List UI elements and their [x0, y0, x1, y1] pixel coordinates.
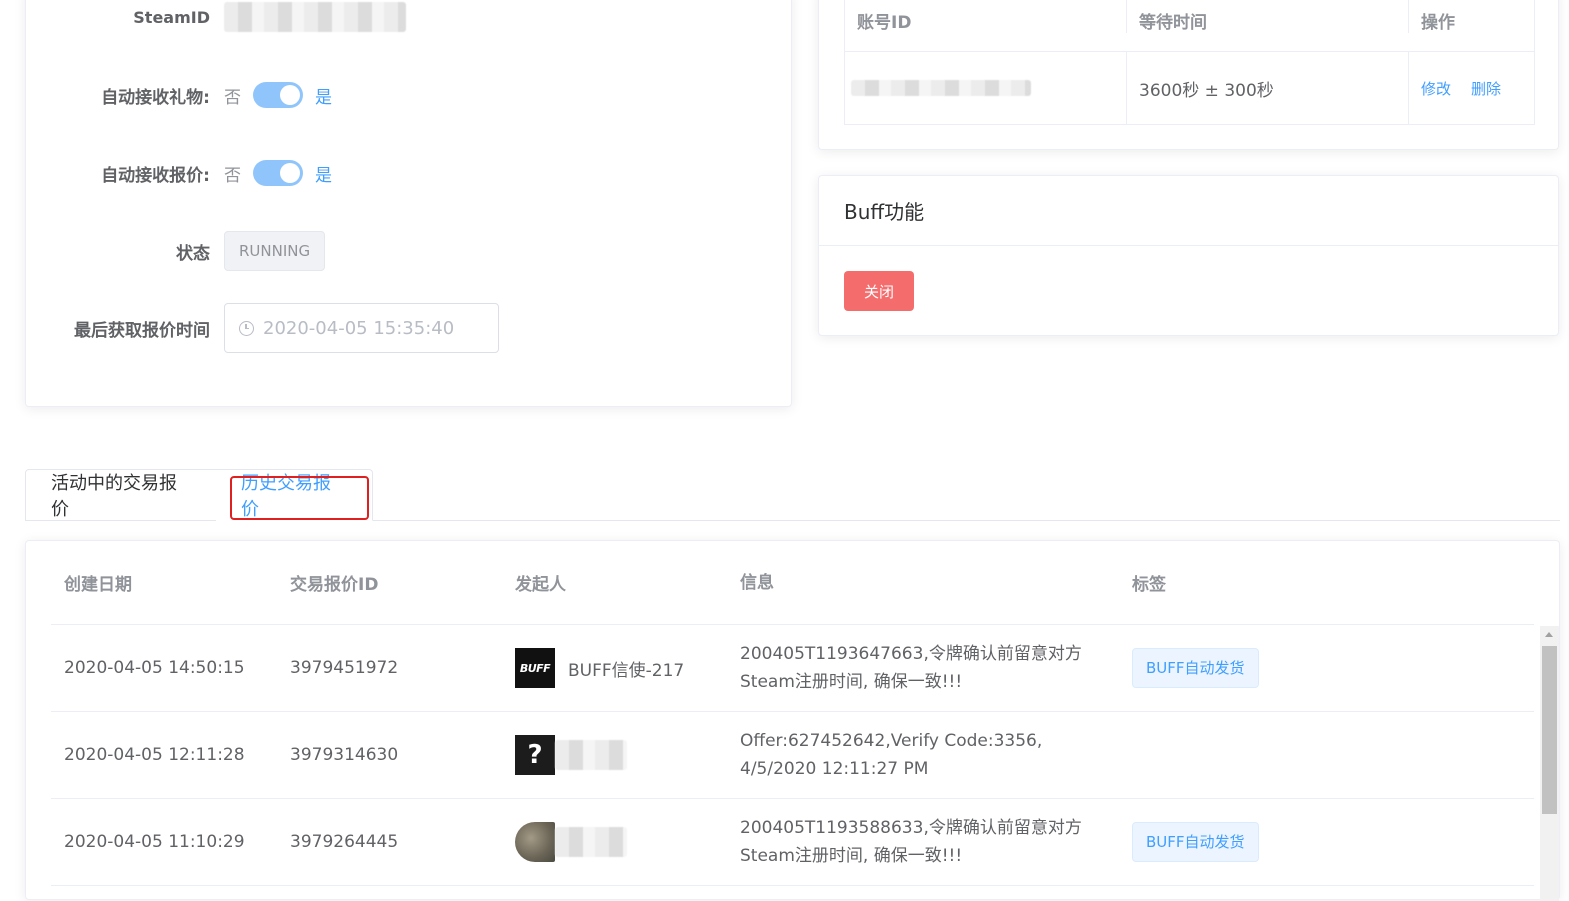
photo-avatar: [515, 822, 555, 862]
offer-date: 2020-04-05 11:10:29: [64, 832, 245, 852]
account-settings-card: SteamID 自动接收礼物: 否 是 自动接收报价: 否 是 状态 RUNNI…: [25, 0, 792, 407]
sender-name-redacted: [555, 827, 627, 857]
switch-on-label: 是: [315, 87, 332, 108]
offer-info: 200405T1193647663,令牌确认前留意对方Steam注册时间, 确保…: [740, 644, 1082, 692]
table-row: 2020-04-05 12:11:28 3979314630 ? Offer:6…: [51, 712, 1534, 799]
buff-logo-avatar: BUFF: [515, 648, 555, 688]
header-actions: 操作: [1421, 13, 1455, 33]
offer-id: 3979451972: [290, 658, 399, 678]
scroll-up-arrow-icon[interactable]: [1545, 632, 1553, 637]
status-badge: RUNNING: [224, 231, 326, 271]
buff-close-button[interactable]: 关闭: [844, 271, 914, 311]
tab-active-offers[interactable]: 活动中的交易报价: [25, 469, 217, 521]
offers-table: 创建日期 交易报价ID 发起人 信息 标签 2020-04-05 14:50:1…: [51, 541, 1559, 901]
steamid-row: SteamID: [26, 2, 406, 32]
account-table: 账号ID 等待时间 操作 3600秒 ± 300秒 修改 删除: [844, 0, 1535, 125]
status-label: 状态: [176, 243, 210, 264]
offers-card: 创建日期 交易报价ID 发起人 信息 标签 2020-04-05 14:50:1…: [25, 540, 1560, 901]
offer-sender: [502, 822, 727, 862]
switch-on-label: 是: [315, 165, 332, 186]
buff-auto-delivery-tag: BUFF自动发货: [1132, 648, 1259, 688]
offer-date: 2020-04-05 14:50:15: [64, 658, 245, 678]
steamid-value-redacted: [224, 2, 406, 32]
delete-link[interactable]: 删除: [1471, 78, 1501, 99]
buff-card-title: Buff功能: [819, 176, 1558, 246]
header-created-date: 创建日期: [64, 575, 132, 595]
offer-tag-cell: BUFF自动发货: [1119, 648, 1499, 688]
table-row: 3600秒 ± 300秒 修改 删除: [845, 52, 1534, 124]
offer-date: 2020-04-05 12:11:28: [64, 745, 245, 765]
offer-sender: ?: [502, 735, 727, 775]
unknown-avatar: ?: [515, 735, 555, 775]
auto-gift-switch-group: 否 是: [224, 82, 332, 108]
auto-offer-toggle[interactable]: [253, 160, 303, 186]
header-tags: 标签: [1132, 575, 1166, 595]
sender-name: BUFF信使-217: [568, 660, 685, 681]
header-info: 信息: [740, 572, 774, 593]
header-wait-time: 等待时间: [1127, 0, 1409, 33]
header-account-id: 账号ID: [845, 0, 1127, 33]
offer-tag-cell: BUFF自动发货: [1119, 822, 1499, 862]
account-id-cell: [845, 52, 1127, 124]
offer-id: 3979314630: [290, 745, 399, 765]
auto-offer-switch-group: 否 是: [224, 160, 332, 186]
auto-offer-row: 自动接收报价: 否 是: [26, 160, 332, 186]
wait-time-cell: 3600秒 ± 300秒: [1127, 52, 1409, 124]
header-sender: 发起人: [515, 575, 566, 595]
toggle-knob: [280, 163, 300, 183]
sender-name-redacted: [555, 740, 627, 770]
offer-info: Offer:627452642,Verify Code:3356, 4/5/20…: [740, 731, 1043, 779]
toggle-knob: [280, 85, 300, 105]
last-fetch-time-value: 2020-04-05 15:35:40: [263, 317, 455, 339]
header-offer-id: 交易报价ID: [290, 575, 379, 595]
offer-tabs: 活动中的交易报价 历史交易报价: [25, 469, 1560, 521]
account-id-redacted: [851, 80, 1031, 96]
switch-off-label: 否: [224, 87, 241, 108]
last-fetch-row: 最后获取报价时间 2020-04-05 15:35:40: [26, 303, 499, 353]
offers-table-header: 创建日期 交易报价ID 发起人 信息 标签: [51, 541, 1534, 625]
last-fetch-label: 最后获取报价时间: [74, 320, 210, 341]
offer-id: 3979264445: [290, 832, 399, 852]
tab-offer-history[interactable]: 历史交易报价: [216, 469, 373, 521]
table-row: 2020-04-05 14:50:15 3979451972 BUFF BUFF…: [51, 625, 1534, 712]
last-fetch-time-input[interactable]: 2020-04-05 15:35:40: [224, 303, 499, 353]
table-scrollbar[interactable]: [1540, 626, 1559, 901]
status-row: 状态 RUNNING: [26, 231, 326, 271]
switch-off-label: 否: [224, 165, 241, 186]
buff-auto-delivery-tag: BUFF自动发货: [1132, 822, 1259, 862]
account-table-header: 账号ID 等待时间 操作: [845, 0, 1534, 52]
auto-gift-row: 自动接收礼物: 否 是: [26, 82, 332, 108]
steamid-label: SteamID: [133, 7, 210, 27]
auto-gift-label: 自动接收礼物:: [101, 87, 210, 108]
auto-gift-toggle[interactable]: [253, 82, 303, 108]
clock-icon: [239, 320, 254, 336]
actions-cell: 修改 删除: [1409, 52, 1534, 124]
offer-info: 200405T1193588633,令牌确认前留意对方Steam注册时间, 确保…: [740, 818, 1082, 866]
offer-sender: BUFF BUFF信使-217: [502, 648, 727, 688]
edit-link[interactable]: 修改: [1421, 78, 1451, 99]
account-table-card: 账号ID 等待时间 操作 3600秒 ± 300秒 修改 删除: [818, 0, 1559, 150]
table-row: 2020-04-05 11:10:29 3979264445 200405T11…: [51, 799, 1534, 886]
auto-offer-label: 自动接收报价:: [101, 165, 210, 186]
scrollbar-thumb[interactable]: [1542, 646, 1557, 814]
buff-card: Buff功能 关闭: [818, 175, 1559, 336]
